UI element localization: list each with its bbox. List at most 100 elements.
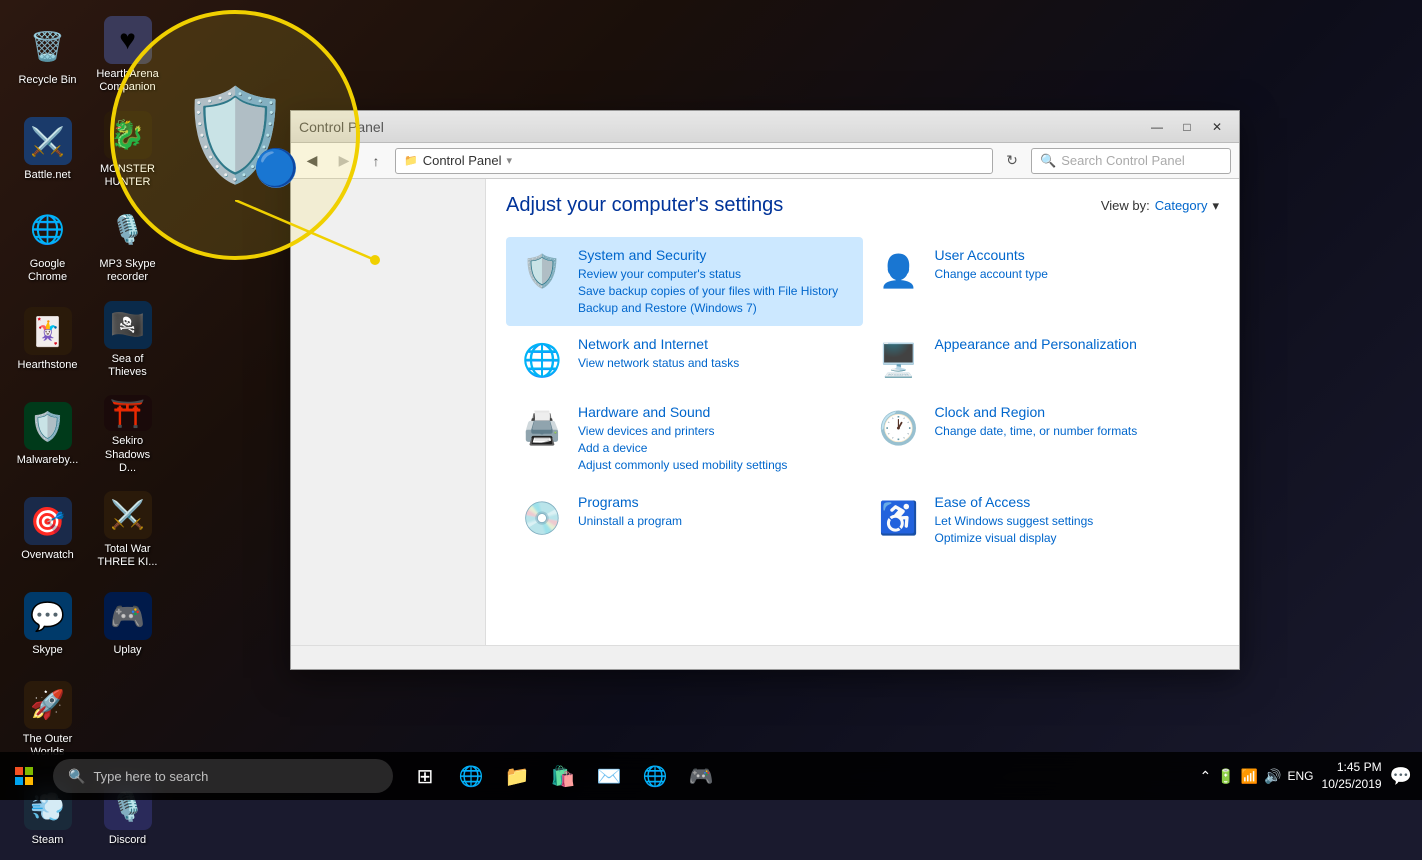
system-security-name[interactable]: System and Security bbox=[578, 247, 851, 263]
desktop-icon-malwarebytes[interactable]: 🛡️ Malwareby... bbox=[10, 390, 85, 480]
ease-access-link-1[interactable]: Let Windows suggest settings bbox=[935, 513, 1208, 530]
user-accounts-link-1[interactable]: Change account type bbox=[935, 266, 1208, 283]
category-appearance[interactable]: 🖥️ Appearance and Personalization bbox=[863, 326, 1220, 394]
hardware-sound-link-2[interactable]: Add a device bbox=[578, 440, 851, 457]
taskbar-search-text: Type here to search bbox=[93, 769, 208, 784]
system-security-link-3[interactable]: Backup and Restore (Windows 7) bbox=[578, 300, 851, 317]
window-statusbar bbox=[291, 645, 1239, 669]
desktop-icon-uplay[interactable]: 🎮 Uplay bbox=[90, 580, 165, 670]
desktop-icon-sekiro[interactable]: ⛩️ Sekiro Shadows D... bbox=[90, 390, 165, 480]
clock-region-name[interactable]: Clock and Region bbox=[935, 404, 1208, 420]
network-internet-link-1[interactable]: View network status and tasks bbox=[578, 355, 851, 372]
system-security-info: System and Security Review your computer… bbox=[578, 247, 851, 316]
address-input[interactable]: 📁 Control Panel ▾ bbox=[395, 148, 993, 174]
address-dropdown-icon[interactable]: ▾ bbox=[506, 154, 512, 167]
notification-button[interactable]: 💬 bbox=[1390, 766, 1412, 787]
tray-clock[interactable]: 1:45 PM 10/25/2019 bbox=[1322, 759, 1382, 793]
uplay-icon: 🎮 bbox=[104, 592, 152, 640]
taskbar-chrome[interactable]: 🌐 bbox=[633, 754, 677, 798]
sekiro-label: Sekiro Shadows D... bbox=[95, 435, 160, 475]
overwatch-label: Overwatch bbox=[21, 549, 74, 562]
system-security-icon: 🛡️ bbox=[518, 247, 566, 295]
category-user-accounts[interactable]: 👤 User Accounts Change account type bbox=[863, 237, 1220, 326]
clock-region-info: Clock and Region Change date, time, or n… bbox=[935, 404, 1208, 440]
category-ease-access[interactable]: ♿ Ease of Access Let Windows suggest set… bbox=[863, 484, 1220, 557]
tray-expand-icon[interactable]: ⌃ bbox=[1199, 768, 1211, 785]
taskbar-action-center[interactable]: 🎮 bbox=[679, 754, 723, 798]
up-button[interactable]: ↑ bbox=[363, 148, 389, 174]
uplay-label: Uplay bbox=[113, 644, 141, 657]
window-main: Adjust your computer's settings View by:… bbox=[291, 179, 1239, 645]
address-bar: ◀ ▶ ↑ 📁 Control Panel ▾ ↻ 🔍 Search Contr… bbox=[291, 143, 1239, 179]
sea-of-thieves-label: Sea of Thieves bbox=[95, 353, 160, 379]
category-system-security[interactable]: 🛡️ System and Security Review your compu… bbox=[506, 237, 863, 326]
category-network-internet[interactable]: 🌐 Network and Internet View network stat… bbox=[506, 326, 863, 394]
programs-name[interactable]: Programs bbox=[578, 494, 851, 510]
desktop-icon-battlenet[interactable]: ⚔️ Battle.net bbox=[10, 105, 85, 195]
close-button[interactable]: ✕ bbox=[1203, 117, 1231, 137]
ease-access-link-2[interactable]: Optimize visual display bbox=[935, 530, 1208, 547]
clock-region-link-1[interactable]: Change date, time, or number formats bbox=[935, 423, 1208, 440]
category-programs[interactable]: 💿 Programs Uninstall a program bbox=[506, 484, 863, 557]
desktop-icon-recycle-bin[interactable]: 🗑️ Recycle Bin bbox=[10, 10, 85, 100]
desktop-icon-sea-of-thieves[interactable]: 🏴‍☠️ Sea of Thieves bbox=[90, 295, 165, 385]
desktop-icon-overwatch[interactable]: 🎯 Overwatch bbox=[10, 485, 85, 575]
taskbar-search-icon: 🔍 bbox=[68, 768, 85, 785]
tray-lang-label[interactable]: ENG bbox=[1288, 769, 1314, 783]
network-internet-info: Network and Internet View network status… bbox=[578, 336, 851, 372]
user-accounts-icon: 👤 bbox=[875, 247, 923, 295]
category-hardware-sound[interactable]: 🖨️ Hardware and Sound View devices and p… bbox=[506, 394, 863, 483]
desktop-icon-total-war[interactable]: ⚔️ Total War THREE KI... bbox=[90, 485, 165, 575]
view-by-label: View by: bbox=[1101, 198, 1150, 213]
battlenet-icon: ⚔️ bbox=[24, 117, 72, 165]
zoom-pointer-line bbox=[235, 200, 385, 270]
hardware-sound-icon: 🖨️ bbox=[518, 404, 566, 452]
taskbar-task-view[interactable]: ⊞ bbox=[403, 754, 447, 798]
tray-battery-icon: 🔋 bbox=[1217, 768, 1234, 785]
system-security-link-2[interactable]: Save backup copies of your files with Fi… bbox=[578, 283, 851, 300]
window-content: Adjust your computer's settings View by:… bbox=[486, 179, 1239, 645]
sea-of-thieves-icon: 🏴‍☠️ bbox=[104, 301, 152, 349]
steam-label: Steam bbox=[32, 834, 64, 847]
desktop-icon-skype[interactable]: 💬 Skype bbox=[10, 580, 85, 670]
taskbar-file-explorer[interactable]: 📁 bbox=[495, 754, 539, 798]
hearthstone-icon: 🃏 bbox=[24, 307, 72, 355]
address-text: Control Panel bbox=[423, 153, 502, 168]
mp3-skype-label: MP3 Skype recorder bbox=[95, 258, 160, 284]
hardware-sound-link-3[interactable]: Adjust commonly used mobility settings bbox=[578, 457, 851, 474]
user-accounts-info: User Accounts Change account type bbox=[935, 247, 1208, 283]
start-button[interactable] bbox=[0, 752, 48, 800]
taskbar-edge[interactable]: 🌐 bbox=[449, 754, 493, 798]
refresh-button[interactable]: ↻ bbox=[999, 148, 1025, 174]
user-accounts-name[interactable]: User Accounts bbox=[935, 247, 1208, 263]
ease-access-name[interactable]: Ease of Access bbox=[935, 494, 1208, 510]
battlenet-label: Battle.net bbox=[24, 169, 70, 182]
appearance-name[interactable]: Appearance and Personalization bbox=[935, 336, 1208, 352]
view-by-selector[interactable]: View by: Category ▾ bbox=[1101, 198, 1219, 214]
view-by-dropdown-icon: ▾ bbox=[1212, 198, 1219, 214]
network-internet-name[interactable]: Network and Internet bbox=[578, 336, 851, 352]
taskbar-store[interactable]: 🛍️ bbox=[541, 754, 585, 798]
search-placeholder: Search Control Panel bbox=[1061, 153, 1185, 168]
taskbar-mail[interactable]: ✉️ bbox=[587, 754, 631, 798]
tray-time: 1:45 PM bbox=[1322, 759, 1382, 776]
maximize-button[interactable]: □ bbox=[1173, 117, 1201, 137]
search-icon: 🔍 bbox=[1040, 153, 1056, 169]
desktop-icon-hearthstone[interactable]: 🃏 Hearthstone bbox=[10, 295, 85, 385]
system-security-link-1[interactable]: Review your computer's status bbox=[578, 266, 851, 283]
overwatch-icon: 🎯 bbox=[24, 497, 72, 545]
category-clock-region[interactable]: 🕐 Clock and Region Change date, time, or… bbox=[863, 394, 1220, 483]
programs-link-1[interactable]: Uninstall a program bbox=[578, 513, 851, 530]
hardware-sound-name[interactable]: Hardware and Sound bbox=[578, 404, 851, 420]
programs-info: Programs Uninstall a program bbox=[578, 494, 851, 530]
sekiro-icon: ⛩️ bbox=[104, 395, 152, 431]
search-box[interactable]: 🔍 Search Control Panel bbox=[1031, 148, 1231, 174]
tray-volume-icon[interactable]: 🔊 bbox=[1264, 768, 1281, 785]
tray-network-icon: 📶 bbox=[1241, 768, 1258, 785]
desktop-icon-google-chrome[interactable]: 🌐 Google Chrome bbox=[10, 200, 85, 290]
hardware-sound-link-1[interactable]: View devices and printers bbox=[578, 423, 851, 440]
taskbar-search[interactable]: 🔍 Type here to search bbox=[53, 759, 393, 793]
appearance-info: Appearance and Personalization bbox=[935, 336, 1208, 355]
minimize-button[interactable]: — bbox=[1143, 117, 1171, 137]
malwarebytes-icon: 🛡️ bbox=[24, 402, 72, 450]
